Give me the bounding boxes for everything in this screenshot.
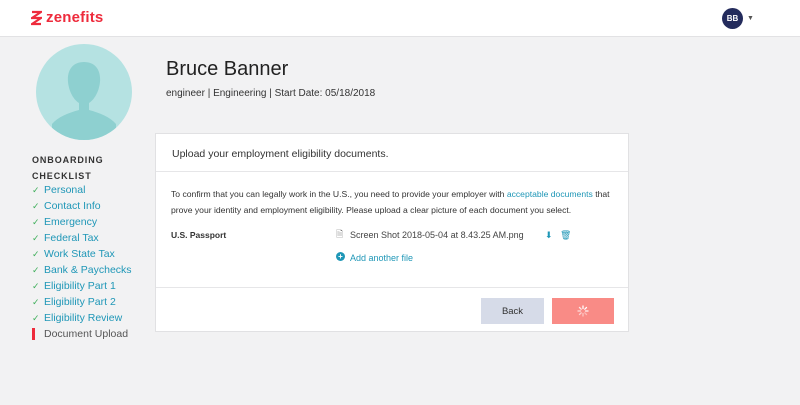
checklist-item[interactable]: ✓ Federal Tax xyxy=(32,230,132,246)
checkmark-icon: ✓ xyxy=(32,296,40,307)
chevron-down-icon[interactable]: ▼ xyxy=(747,15,754,22)
submit-button[interactable] xyxy=(552,298,614,324)
checklist-item-label: Document Upload xyxy=(44,328,129,340)
checklist-item-label: Contact Info xyxy=(44,200,101,212)
trash-icon[interactable]: 🗑 xyxy=(560,227,571,243)
onboarding-checklist: ✓ Personal ✓ Contact Info ✓ Emergency ✓ Federal… xyxy=(32,182,132,342)
checklist-item-label: Personal xyxy=(44,184,86,196)
checklist-item-label: Eligibility Review xyxy=(44,312,123,324)
checkmark-icon: ✓ xyxy=(32,200,40,211)
user-avatar[interactable]: BB xyxy=(722,8,743,29)
card-footer: Back xyxy=(156,287,628,332)
person-silhouette-icon xyxy=(52,62,116,140)
checkmark-icon: ✓ xyxy=(32,184,40,195)
checklist-item[interactable]: ✓ Bank & Paychecks xyxy=(32,262,132,278)
checklist-item[interactable]: ✓ Eligibility Part 1 xyxy=(32,278,132,294)
plus-circle-icon[interactable]: + xyxy=(336,252,345,261)
checklist-item-label: Emergency xyxy=(44,216,98,228)
loading-spinner-icon xyxy=(577,305,589,317)
card-body: To confirm that you can legally work in … xyxy=(156,172,628,268)
checklist-item[interactable]: ✓ Contact Info xyxy=(32,198,132,214)
checklist-item-label: Bank & Paychecks xyxy=(44,264,132,276)
file-icon: 🗎 xyxy=(336,229,344,239)
document-row: U.S. Passport 🗎 Screen Shot 2018-05-04 a… xyxy=(171,224,613,246)
zenefits-logo[interactable]: zenefits xyxy=(31,9,103,26)
checkmark-icon: ✓ xyxy=(32,248,40,259)
checklist-item[interactable]: Document Upload xyxy=(32,326,132,342)
document-type: U.S. Passport xyxy=(171,230,227,240)
checklist-item[interactable]: ✓ Emergency xyxy=(32,214,132,230)
back-button[interactable]: Back xyxy=(481,298,544,324)
checkmark-icon: ✓ xyxy=(32,264,40,275)
employee-subtitle: engineer | Engineering | Start Date: 05/… xyxy=(166,88,376,99)
intro-text-start: To confirm that you can legally work in … xyxy=(171,189,507,199)
checklist-item[interactable]: ✓ Personal xyxy=(32,182,132,198)
download-icon[interactable]: ⬇ xyxy=(545,227,553,243)
checkmark-icon: ✓ xyxy=(32,232,40,243)
document-upload-card: Upload your employment eligibility docum… xyxy=(155,133,629,332)
checklist-item[interactable]: ✓ Work State Tax xyxy=(32,246,132,262)
checklist-item-label: Federal Tax xyxy=(44,232,99,244)
top-bar: zenefits BB ▼ xyxy=(0,0,800,37)
intro-text: To confirm that you can legally work in … xyxy=(171,186,613,218)
checklist-item-label: Work State Tax xyxy=(44,248,115,260)
user-menu[interactable]: BB ▼ xyxy=(722,8,754,29)
add-another-file-link[interactable]: Add another file xyxy=(350,250,413,266)
profile-avatar xyxy=(36,44,132,140)
checklist-item[interactable]: ✓ Eligibility Review xyxy=(32,310,132,326)
checklist-item-label: Eligibility Part 2 xyxy=(44,296,116,308)
card-header: Upload your employment eligibility docum… xyxy=(156,134,628,172)
checklist-item-label: Eligibility Part 1 xyxy=(44,280,116,292)
employee-name: Bruce Banner xyxy=(166,58,289,80)
checklist-title: ONBOARDING CHECKLIST xyxy=(32,155,104,181)
zenefits-logo-icon xyxy=(31,10,42,25)
brand-name: zenefits xyxy=(46,9,104,26)
file-name[interactable]: Screen Shot 2018-05-04 at 8.43.25 AM.png xyxy=(350,227,524,243)
add-file-row[interactable]: + Add another file xyxy=(171,248,613,268)
checklist-item[interactable]: ✓ Eligibility Part 2 xyxy=(32,294,132,310)
checkmark-icon: ✓ xyxy=(32,280,40,291)
checkmark-icon: ✓ xyxy=(32,312,40,323)
checkmark-icon: ✓ xyxy=(32,216,40,227)
acceptable-documents-link[interactable]: acceptable documents xyxy=(507,189,593,199)
current-step-indicator xyxy=(32,328,35,340)
